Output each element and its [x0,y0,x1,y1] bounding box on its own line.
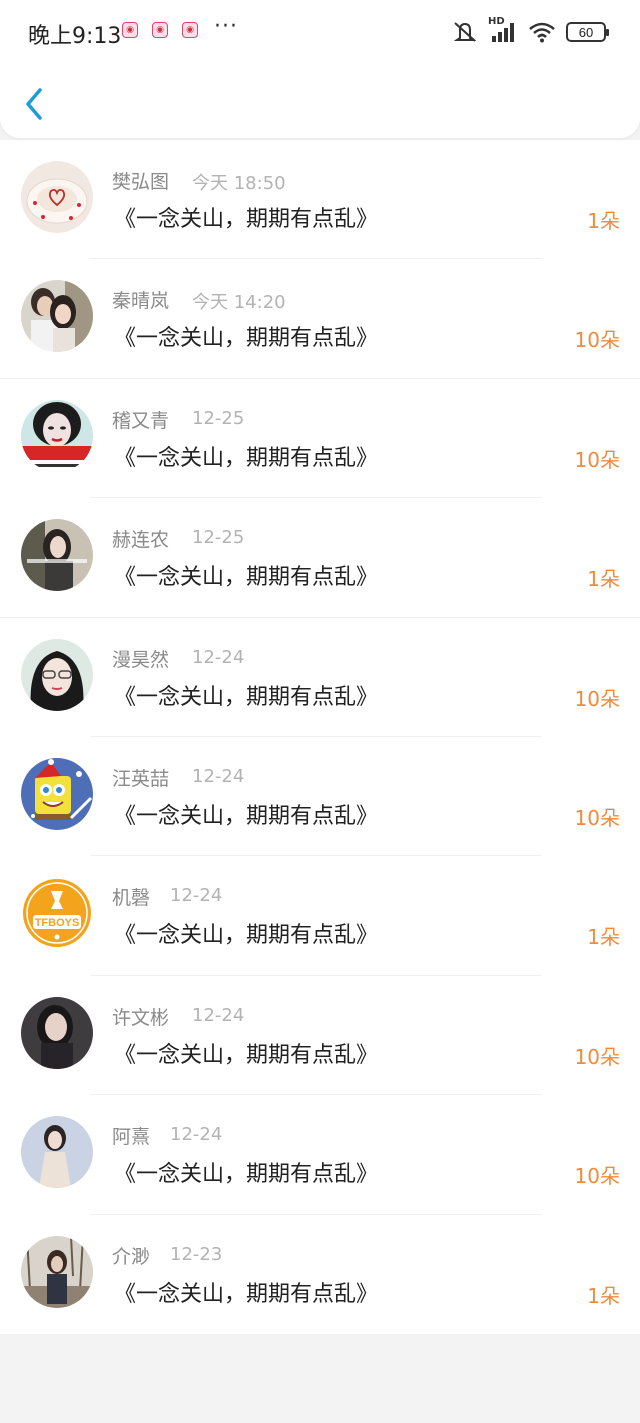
avatar[interactable] [21,757,93,830]
list-item[interactable]: 阿熹 12-24 《一念关山，期期有点乱》 10朵 [0,1095,640,1215]
signal-icon: HD [488,16,518,44]
avatar[interactable] [21,1116,93,1189]
avatar[interactable]: TFBOYS [21,877,93,950]
tfboys-badge-text: TFBOYS [35,917,80,929]
message-title: 《一念关山，期期有点乱》 [114,326,379,352]
list-item[interactable]: 秦晴岚 今天 14:20 《一念关山，期期有点乱》 10朵 [0,259,640,379]
message-time: 12-24 [192,1004,245,1026]
sender-name: 樊弘图 [112,171,170,193]
gift-message-list: 樊弘图 今天 18:50 《一念关山，期期有点乱》 1朵 秦晴岚 今天 14:2… [0,140,640,1334]
sender-name: 汪英喆 [112,767,170,790]
message-title: 《一念关山，期期有点乱》 [114,803,379,829]
flower-count: 10朵 [574,805,620,830]
message-title: 《一念关山，期期有点乱》 [114,1281,379,1307]
list-item[interactable]: 樊弘图 今天 18:50 《一念关山，期期有点乱》 1朵 [0,140,640,260]
mute-icon [453,22,477,42]
app-notification-icon: ◉ [182,22,198,38]
status-app-icons: ◉ ◉ ◉ [122,22,198,38]
avatar[interactable] [21,519,93,592]
sender-name: 机磬 [112,887,151,910]
avatar[interactable] [21,638,93,711]
message-time: 12-24 [170,885,223,907]
list-item[interactable]: 赫连农 12-25 《一念关山，期期有点乱》 1朵 [0,498,640,618]
flower-count: 1朵 [587,1283,620,1308]
flower-count: 1朵 [587,925,620,950]
app-notification-icon: ◉ [152,22,168,38]
list-end-background [0,1334,640,1423]
message-title: 《一念关山，期期有点乱》 [114,1162,379,1188]
flower-count: 10朵 [574,328,620,353]
back-chevron-icon[interactable] [20,84,50,124]
message-time: 12-23 [170,1243,223,1265]
sender-name: 秦晴岚 [112,290,170,313]
message-title: 《一念关山，期期有点乱》 [114,207,379,232]
message-title: 《一念关山，期期有点乱》 [114,1042,379,1068]
sender-name: 赫连农 [112,529,170,552]
flower-count: 10朵 [574,1044,620,1069]
flower-count: 1朵 [587,567,620,592]
message-time: 12-25 [192,407,245,429]
flower-count: 10朵 [574,447,620,472]
status-time: 晚上9:13 [28,24,122,49]
avatar[interactable] [21,280,93,353]
flower-count: 1朵 [587,209,620,233]
list-item[interactable]: 介渺 12-23 《一念关山，期期有点乱》 1朵 [0,1215,640,1334]
sender-name: 漫昊然 [112,648,170,671]
message-time: 12-25 [192,527,245,549]
list-item[interactable]: 许文彬 12-24 《一念关山，期期有点乱》 10朵 [0,976,640,1096]
message-title: 《一念关山，期期有点乱》 [114,923,379,949]
sender-name: 许文彬 [112,1006,170,1029]
message-time: 今天 14:20 [192,292,286,314]
app-notification-icon: ◉ [122,22,138,38]
avatar[interactable] [21,399,93,472]
message-time: 12-24 [192,765,245,787]
list-item[interactable]: 漫昊然 12-24 《一念关山，期期有点乱》 10朵 [0,618,640,737]
message-time: 12-24 [170,1124,223,1146]
status-right-icons: HD 60 [452,16,609,44]
battery-icon: 60 [566,22,609,42]
status-more-icon: ··· [214,14,238,39]
wifi-icon [529,22,555,43]
sender-name: 稽又青 [112,409,170,432]
list-item[interactable]: TFBOYS 机磬 12-24 《一念关山，期期有点乱》 1朵 [0,856,640,976]
message-time: 12-24 [192,646,245,668]
avatar[interactable] [21,161,93,233]
message-title: 《一念关山，期期有点乱》 [114,445,379,471]
list-item[interactable]: 汪英喆 12-24 《一念关山，期期有点乱》 10朵 [0,737,640,857]
message-title: 《一念关山，期期有点乱》 [114,565,379,591]
sender-name: 阿熹 [112,1126,151,1149]
avatar[interactable] [21,996,93,1069]
avatar[interactable] [21,1235,93,1308]
message-time: 今天 18:50 [192,173,286,194]
message-title: 《一念关山，期期有点乱》 [114,684,379,710]
list-item[interactable]: 稽又青 12-25 《一念关山，期期有点乱》 10朵 [0,379,640,499]
flower-count: 10朵 [574,686,620,711]
flower-count: 10朵 [574,1164,620,1189]
sender-name: 介渺 [112,1245,151,1268]
top-bar: 晚上9:13 ◉ ◉ ◉ ··· HD 60 [0,0,640,138]
